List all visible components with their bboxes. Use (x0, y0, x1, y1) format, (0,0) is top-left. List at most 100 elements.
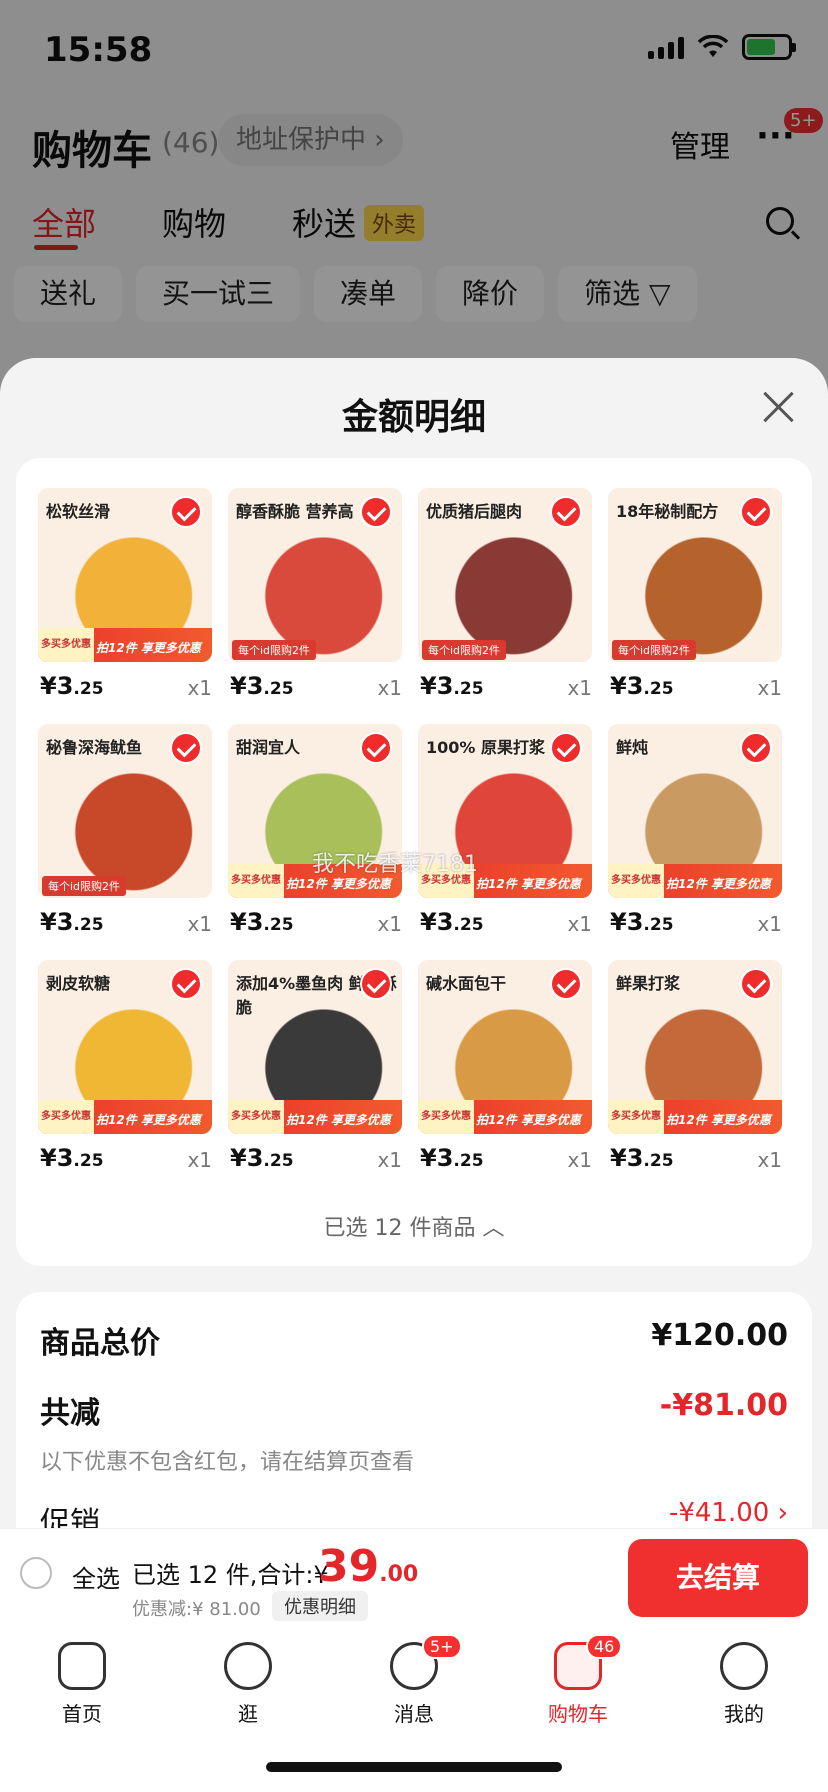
price-int: ¥3 (230, 672, 264, 700)
tabbar-me[interactable]: 我的 (684, 1632, 804, 1727)
reduce-note: 以下优惠不包含红包，请在结算页查看 (40, 1450, 415, 1475)
limit-tag: 每个id限购2件 (232, 640, 317, 660)
tabbar-browse-label: 逛 (238, 1702, 258, 1726)
check-icon[interactable] (550, 968, 582, 1000)
goods-item[interactable]: 优质猪后腿肉 每个id限购2件 ¥3.25 x1 (418, 488, 592, 718)
goods-price: ¥3.25 (40, 1144, 104, 1172)
price-dec: .25 (643, 915, 674, 935)
select-all-label[interactable]: 全选 (72, 1559, 120, 1594)
goods-item[interactable]: 鲜炖 多买多优惠 拍12件 享更多优惠 ¥3.25 x1 (608, 724, 782, 954)
check-icon[interactable] (740, 496, 772, 528)
price-int: ¥3 (40, 672, 74, 700)
close-icon[interactable] (762, 390, 794, 422)
goods-item[interactable]: 18年秘制配方 每个id限购2件 ¥3.25 x1 (608, 488, 782, 718)
checkout-bar: 全选 已选 12 件,合计:¥ 39.00 优惠减:¥ 81.00 优惠明细 去… (0, 1528, 828, 1622)
check-icon[interactable] (170, 732, 202, 764)
goods-headline: 优质猪后腿肉 (426, 502, 523, 521)
tabbar-home[interactable]: 首页 (22, 1632, 142, 1727)
goods-headline: 18年秘制配方 (616, 502, 719, 521)
goods-headline: 鲜炖 (616, 738, 649, 757)
price-dec: .25 (263, 915, 294, 935)
promo-banner-text: 拍12件 享更多优惠 (96, 641, 201, 655)
goods-item[interactable]: 碱水面包干 多买多优惠 拍12件 享更多优惠 ¥3.25 x1 (418, 960, 592, 1190)
promo-banner-text: 拍12件 享更多优惠 (666, 1113, 771, 1127)
price-int: ¥3 (40, 908, 74, 936)
watermark: 我不吃香菜7181 (312, 852, 478, 877)
check-icon[interactable] (740, 732, 772, 764)
goods-headline: 100% 原果打浆 (426, 738, 546, 757)
goods-item[interactable]: 醇香酥脆 营养高 每个id限购2件 ¥3.25 x1 (228, 488, 402, 718)
goods-card: 松软丝滑 多买多优惠 拍12件 享更多优惠 ¥3.25 x1 醇香酥脆 营养高 … (16, 458, 812, 1266)
goods-price: ¥3.25 (420, 908, 484, 936)
goods-headline: 秘鲁深海鱿鱼 (46, 738, 143, 757)
goods-headline: 甜润宜人 (236, 738, 301, 757)
selected-count-toggle[interactable]: 已选 12 件商品 ︿ (16, 1210, 812, 1242)
discount-text: 优惠减:¥ 81.00 (132, 1599, 261, 1620)
goods-item[interactable]: 添加4%墨鱼肉 鲜香酥脆 多买多优惠 拍12件 享更多优惠 ¥3.25 x1 (228, 960, 402, 1190)
check-icon[interactable] (360, 496, 392, 528)
goods-image: 添加4%墨鱼肉 鲜香酥脆 多买多优惠 拍12件 享更多优惠 (228, 960, 402, 1134)
goods-qty: x1 (377, 1148, 402, 1172)
tabbar-message[interactable]: 5+ 消息 (354, 1632, 474, 1727)
goods-image: 鲜果打浆 多买多优惠 拍12件 享更多优惠 (608, 960, 782, 1134)
goods-item[interactable]: 松软丝滑 多买多优惠 拍12件 享更多优惠 ¥3.25 x1 (38, 488, 212, 718)
promo-banner-left: 多买多优惠 (228, 1100, 284, 1134)
home-icon (58, 1642, 106, 1690)
price-int: ¥3 (610, 1144, 644, 1172)
check-icon[interactable] (170, 496, 202, 528)
tabbar-browse[interactable]: 逛 (188, 1632, 308, 1727)
goods-price: ¥3.25 (420, 672, 484, 700)
message-badge: 5+ (422, 1634, 462, 1659)
goods-item[interactable]: 剥皮软糖 多买多优惠 拍12件 享更多优惠 ¥3.25 x1 (38, 960, 212, 1190)
tabbar-cart[interactable]: 46 购物车 (518, 1632, 638, 1727)
goods-qty: x1 (187, 676, 212, 700)
goods-item[interactable]: 秘鲁深海鱿鱼 每个id限购2件 ¥3.25 x1 (38, 724, 212, 954)
promo-banner-left: 多买多优惠 (608, 864, 664, 898)
promo-banner-left: 多买多优惠 (228, 864, 284, 898)
goods-item[interactable]: 100% 原果打浆 多买多优惠 拍12件 享更多优惠 ¥3.25 x1 (418, 724, 592, 954)
check-icon[interactable] (360, 968, 392, 1000)
goods-price: ¥3.25 (610, 908, 674, 936)
check-icon[interactable] (550, 496, 582, 528)
reduce-row: 共减 -¥81.00 (40, 1388, 788, 1432)
sheet-title: 金额明细 (341, 397, 486, 438)
goods-image: 碱水面包干 多买多优惠 拍12件 享更多优惠 (418, 960, 592, 1134)
goods-item[interactable]: 甜润宜人 多买多优惠 拍12件 享更多优惠 ¥3.25 x1 (228, 724, 402, 954)
total-amount: 39.00 (318, 1541, 418, 1592)
limit-tag: 每个id限购2件 (612, 640, 697, 660)
goods-image: 松软丝滑 多买多优惠 拍12件 享更多优惠 (38, 488, 212, 662)
total-int: 39 (318, 1541, 380, 1592)
check-icon[interactable] (740, 968, 772, 1000)
tabbar-message-label: 消息 (394, 1702, 434, 1726)
price-int: ¥3 (610, 672, 644, 700)
amount-detail-sheet: 金额明细 松软丝滑 多买多优惠 拍12件 享更多优惠 ¥3.25 x1 醇香酥脆… (0, 358, 828, 1622)
goods-price: ¥3.25 (230, 1144, 294, 1172)
promo-banner-text: 拍12件 享更多优惠 (286, 1113, 391, 1127)
goods-qty: x1 (567, 1148, 592, 1172)
selected-sum-label: 已选 12 件,合计:¥ (132, 1561, 329, 1589)
price-dec: .25 (643, 679, 674, 699)
discount-detail-button[interactable]: 优惠明细 (272, 1591, 368, 1621)
goods-image: 18年秘制配方 每个id限购2件 (608, 488, 782, 662)
goods-image: 醇香酥脆 营养高 每个id限购2件 (228, 488, 402, 662)
price-int: ¥3 (420, 908, 454, 936)
goods-total-row: 商品总价 ¥120.00 (40, 1318, 788, 1362)
tabbar-me-label: 我的 (724, 1702, 764, 1726)
select-all-radio[interactable] (20, 1557, 52, 1589)
goods-price: ¥3.25 (420, 1144, 484, 1172)
price-dec: .25 (73, 679, 104, 699)
goods-qty: x1 (187, 1148, 212, 1172)
goods-qty: x1 (757, 676, 782, 700)
promo-banner-left: 多买多优惠 (38, 1100, 94, 1134)
check-icon[interactable] (170, 968, 202, 1000)
price-dec: .25 (453, 1151, 484, 1171)
browse-icon (224, 1642, 272, 1690)
checkout-button[interactable]: 去结算 (628, 1539, 808, 1617)
check-icon[interactable] (550, 732, 582, 764)
goods-price: ¥3.25 (230, 672, 294, 700)
tabbar-cart-label: 购物车 (548, 1702, 608, 1726)
goods-item[interactable]: 鲜果打浆 多买多优惠 拍12件 享更多优惠 ¥3.25 x1 (608, 960, 782, 1190)
check-icon[interactable] (360, 732, 392, 764)
goods-qty: x1 (377, 676, 402, 700)
price-dec: .25 (643, 1151, 674, 1171)
